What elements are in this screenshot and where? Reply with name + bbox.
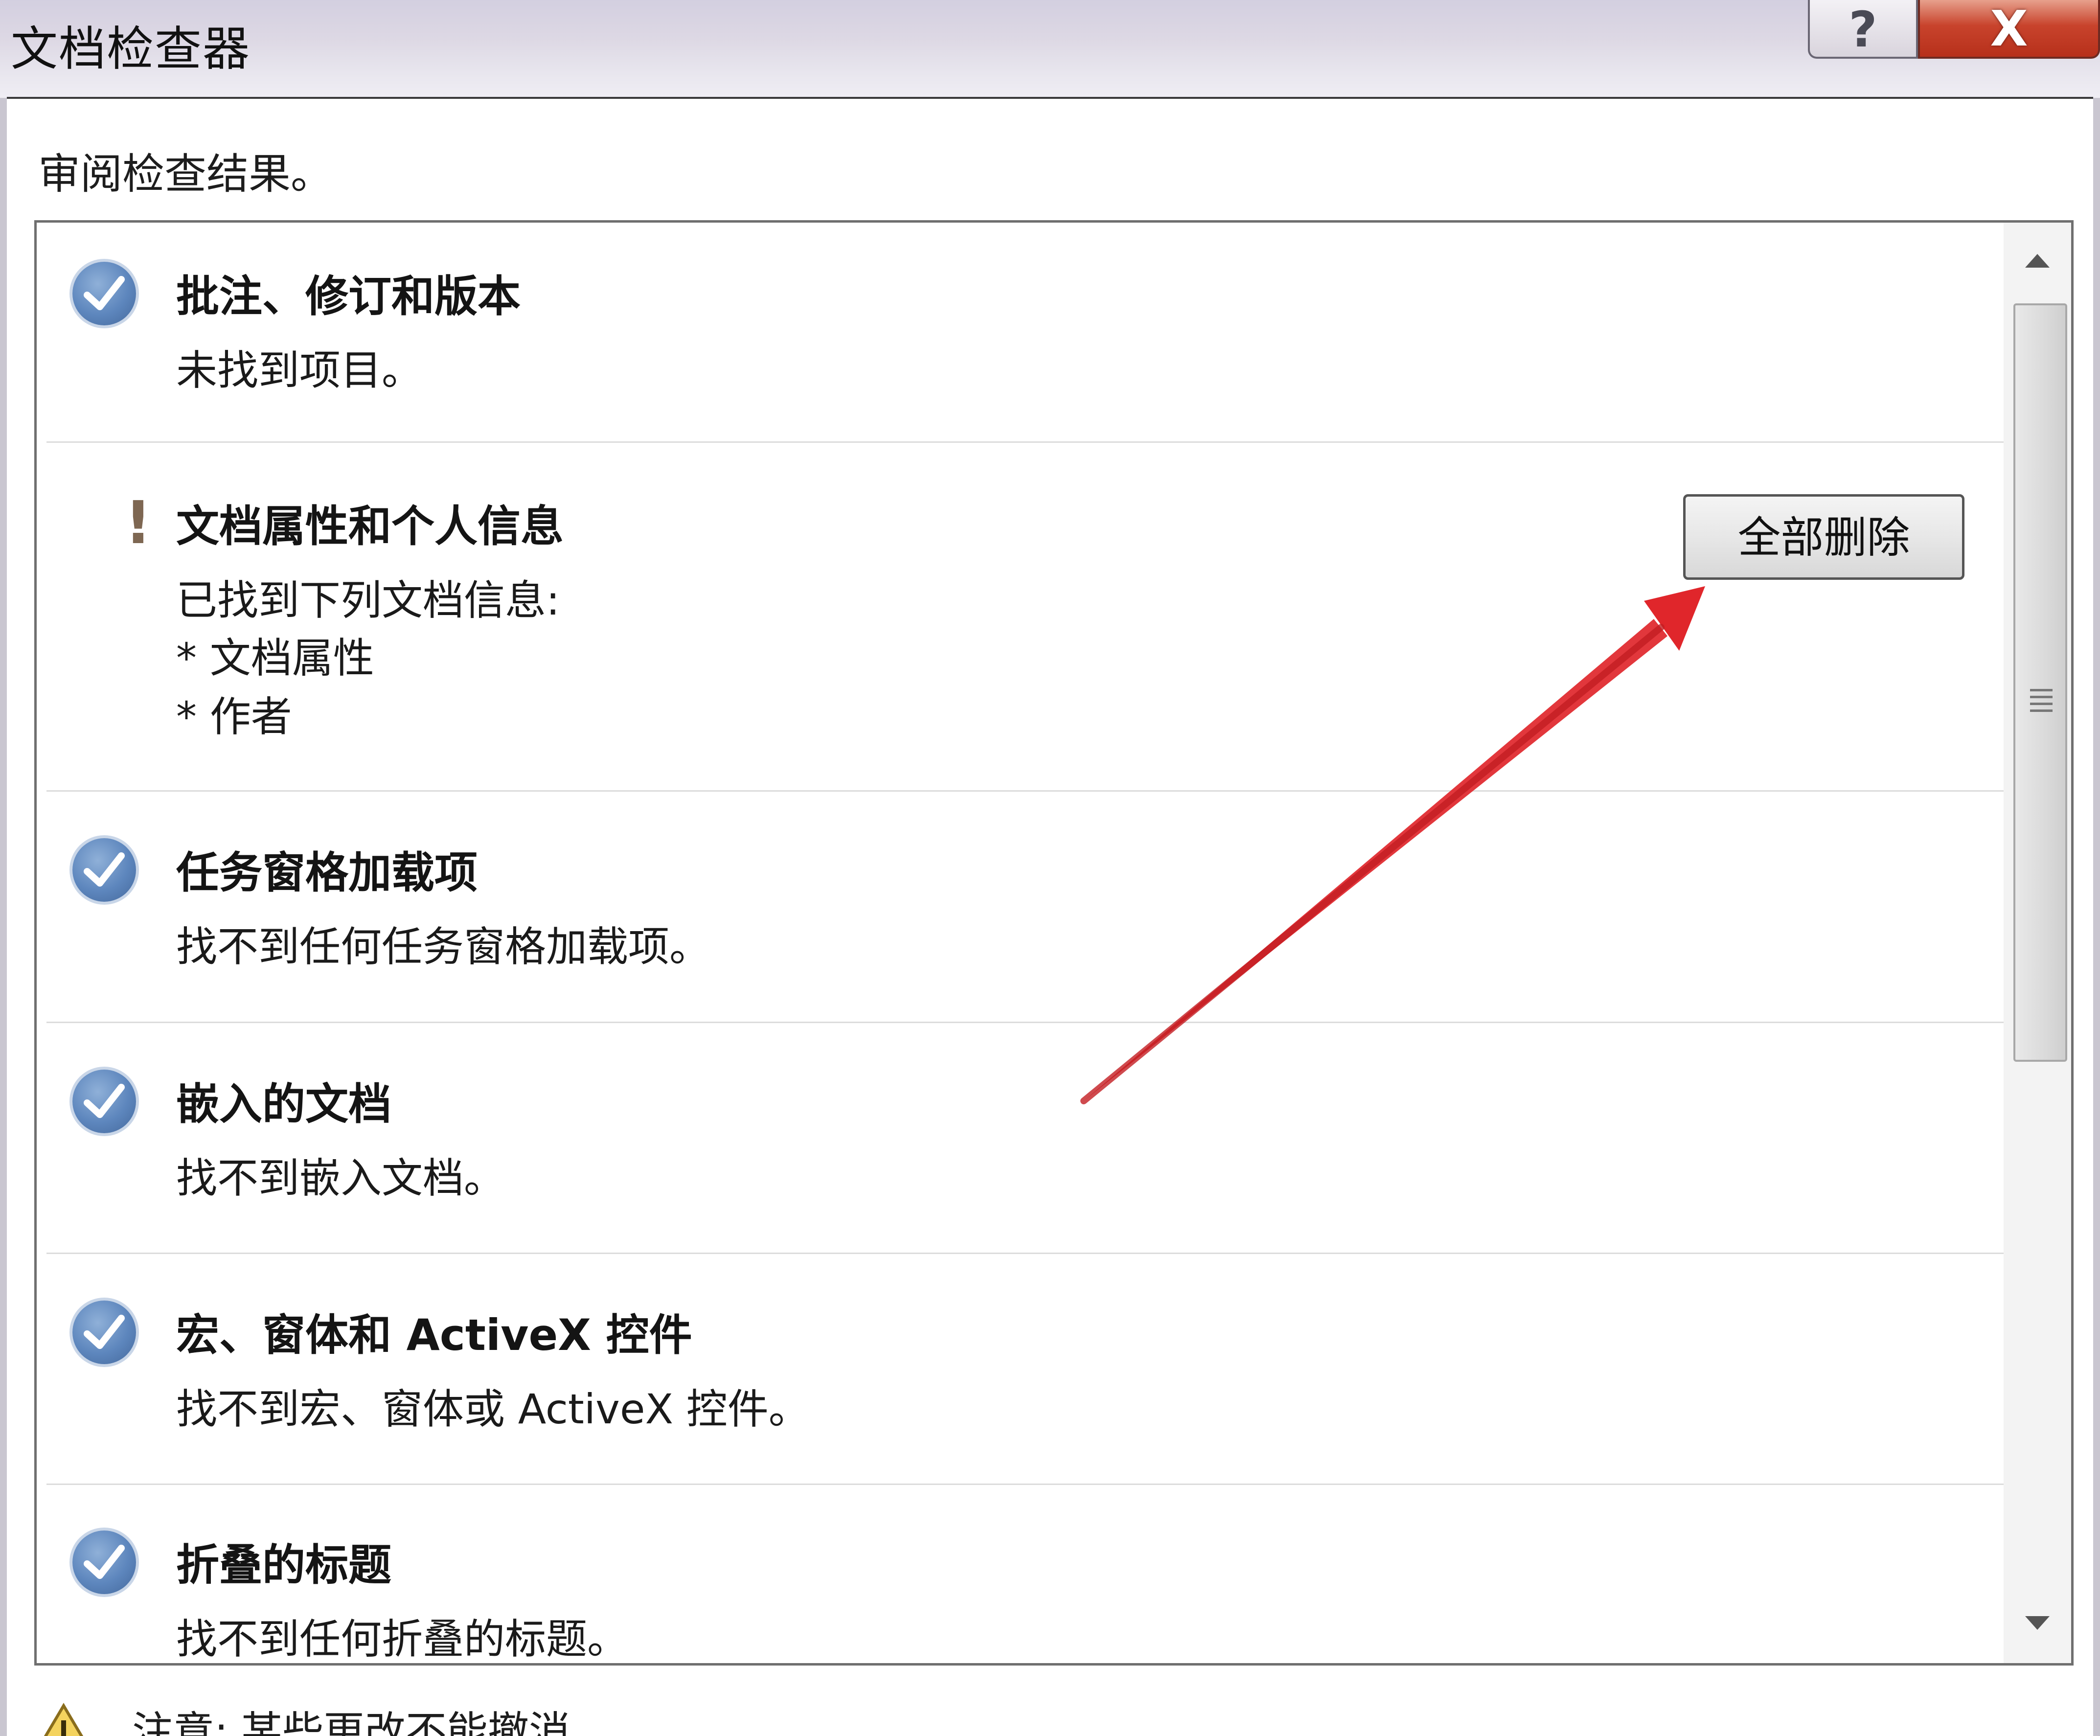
item-description: 已找到下列文档信息: [176, 576, 560, 624]
detail-line: * 作者 [176, 693, 292, 741]
item-title: 折叠的标题 [176, 1540, 392, 1590]
grip-icon [2030, 689, 2053, 712]
item-description: 找不到任何任务窗格加载项。 [176, 923, 711, 971]
scroll-down-arrow-icon[interactable] [2004, 1607, 2071, 1637]
window-title: 文档检查器 [11, 22, 251, 76]
check-icon [72, 1301, 136, 1364]
help-button[interactable]: ? [1808, 0, 1918, 59]
item-title: 嵌入的文档 [176, 1079, 392, 1129]
result-item: 嵌入的文档 找不到嵌入文档。 [37, 1023, 2004, 1254]
item-description: 找不到嵌入文档。 [176, 1154, 505, 1202]
item-description: 找不到宏、窗体或 ActiveX 控件。 [176, 1385, 810, 1433]
item-details: * 文档属性 * 作者 [176, 629, 374, 746]
title-bar[interactable]: 文档检查器 ? X [0, 0, 2100, 98]
check-icon [72, 262, 136, 325]
item-title: 文档属性和个人信息 [176, 501, 564, 551]
detail-line: * 文档属性 [176, 634, 374, 682]
result-item: 折叠的标题 找不到任何折叠的标题。 [37, 1485, 2004, 1663]
item-description: 找不到任何折叠的标题。 [176, 1615, 629, 1663]
item-title: 宏、窗体和 ActiveX 控件 [176, 1310, 692, 1360]
item-description: 未找到项目。 [176, 346, 423, 394]
close-button[interactable]: X [1918, 0, 2100, 59]
help-icon: ? [1849, 1, 1877, 58]
result-item: 批注、修订和版本 未找到项目。 [37, 223, 2004, 443]
subtitle: 审阅检查结果。 [38, 150, 333, 199]
frame-divider [7, 97, 2093, 99]
vertical-scrollbar[interactable] [2004, 223, 2071, 1663]
warning-icon: ! [125, 489, 152, 557]
item-title: 任务窗格加载项 [176, 847, 478, 898]
document-inspector-window: 文档检查器 ? X 审阅检查结果。 批注、修订和版本 未找到项目。 ! 文档属性… [0, 0, 2100, 1736]
remove-all-button[interactable]: 全部删除 [1683, 494, 1964, 580]
footer-note: 注意: 某些更改不能撤消 [132, 1708, 571, 1736]
window-frame-left [0, 98, 7, 1736]
close-icon: X [1990, 0, 2028, 57]
warning-triangle-icon [44, 1703, 84, 1736]
result-item: 宏、窗体和 ActiveX 控件 找不到宏、窗体或 ActiveX 控件。 [37, 1254, 2004, 1485]
result-item: 任务窗格加载项 找不到任何任务窗格加载项。 [37, 792, 2004, 1023]
check-icon [72, 838, 136, 902]
scroll-up-arrow-icon[interactable] [2004, 247, 2071, 276]
check-icon [72, 1530, 136, 1594]
results-list: 批注、修订和版本 未找到项目。 ! 文档属性和个人信息 已找到下列文档信息: *… [34, 220, 2074, 1666]
check-icon [72, 1070, 136, 1133]
window-frame-right [2093, 98, 2100, 1736]
item-title: 批注、修订和版本 [176, 271, 521, 321]
scrollbar-thumb[interactable] [2013, 303, 2067, 1062]
